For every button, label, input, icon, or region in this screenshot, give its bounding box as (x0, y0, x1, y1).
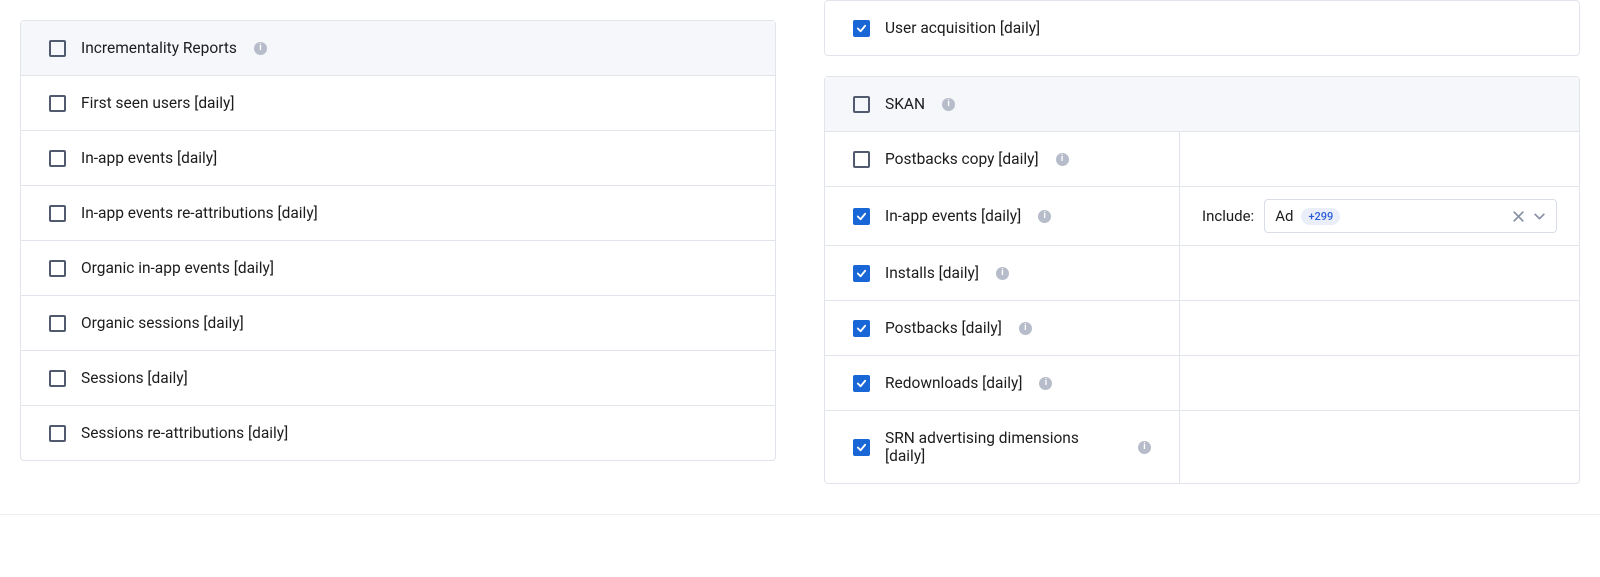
row-main: First seen users [daily] (21, 76, 775, 130)
row-checkbox[interactable] (49, 260, 66, 277)
row-main: Sessions re-attributions [daily] (21, 406, 775, 460)
list-item: Postbacks copy [daily] i (825, 132, 1579, 187)
info-icon[interactable]: i (254, 42, 267, 55)
row-main: Postbacks copy [daily] i (825, 132, 1180, 186)
list-item: First seen users [daily] (21, 76, 775, 131)
skan-rows: Postbacks copy [daily]iIn-app events [da… (825, 132, 1579, 483)
include-label: Include: (1202, 207, 1254, 225)
list-item: Installs [daily] i (825, 246, 1579, 301)
list-item: SRN advertising dimensions [daily] i (825, 411, 1579, 483)
row-label: Sessions [daily] (81, 369, 188, 387)
row-config: Include: Ad +299 (1180, 187, 1579, 245)
info-icon[interactable]: i (1019, 322, 1032, 335)
info-icon[interactable]: i (1039, 377, 1052, 390)
row-main: SRN advertising dimensions [daily] i (825, 411, 1180, 483)
row-label: In-app events [daily] (885, 207, 1021, 225)
list-item: Organic sessions [daily] (21, 296, 775, 351)
row-main: User acquisition [daily] (825, 1, 1579, 55)
list-item: Sessions re-attributions [daily] (21, 406, 775, 460)
row-checkbox[interactable] (49, 425, 66, 442)
divider (0, 514, 1600, 515)
list-item: Organic in-app events [daily] (21, 241, 775, 296)
group-header-skan: SKAN i (825, 77, 1579, 132)
row-checkbox[interactable] (49, 205, 66, 222)
row-checkbox[interactable] (49, 95, 66, 112)
row-label: Postbacks copy [daily] (885, 150, 1039, 168)
select-value: Ad (1275, 207, 1293, 225)
row-label: Installs [daily] (885, 264, 979, 282)
top-right-panel: User acquisition [daily] (824, 0, 1580, 56)
list-item: In-app events [daily] i Include: Ad +299 (825, 187, 1579, 246)
list-item: Postbacks [daily] i (825, 301, 1579, 356)
group-label-incrementality: Incrementality Reports (81, 39, 237, 57)
row-checkbox[interactable] (49, 370, 66, 387)
row-label: Organic in-app events [daily] (81, 259, 274, 277)
clear-icon[interactable] (1512, 210, 1525, 223)
row-main: Sessions [daily] (21, 351, 775, 405)
info-icon[interactable]: i (942, 98, 955, 111)
group-header-incrementality: Incrementality Reports i (21, 21, 775, 76)
row-config (1180, 356, 1579, 410)
row-label: In-app events re-attributions [daily] (81, 204, 318, 222)
row-main: Redownloads [daily] i (825, 356, 1180, 410)
row-main: Postbacks [daily] i (825, 301, 1180, 355)
group-label-skan: SKAN (885, 95, 925, 113)
row-label: Sessions re-attributions [daily] (81, 424, 288, 442)
row-checkbox[interactable] (49, 315, 66, 332)
row-main: Organic in-app events [daily] (21, 241, 775, 295)
row-label: Postbacks [daily] (885, 319, 1002, 337)
row-checkbox[interactable] (853, 20, 870, 37)
chevron-down-icon[interactable] (1533, 210, 1546, 223)
row-main: In-app events [daily] i (825, 187, 1180, 245)
row-checkbox[interactable] (49, 150, 66, 167)
include-select[interactable]: Ad +299 (1264, 199, 1557, 233)
list-item: User acquisition [daily] (825, 1, 1579, 55)
row-config (1180, 246, 1579, 300)
row-label: Organic sessions [daily] (81, 314, 244, 332)
list-item: In-app events re-attributions [daily] (21, 186, 775, 241)
row-main: Organic sessions [daily] (21, 296, 775, 350)
row-checkbox[interactable] (853, 439, 870, 456)
info-icon[interactable]: i (1038, 210, 1051, 223)
row-main: Installs [daily] i (825, 246, 1180, 300)
list-item: Redownloads [daily] i (825, 356, 1579, 411)
list-item: In-app events [daily] (21, 131, 775, 186)
incrementality-reports-panel: Incrementality Reports i First seen user… (20, 20, 776, 461)
incrementality-rows: First seen users [daily] In-app events [d… (21, 76, 775, 460)
group-checkbox-skan[interactable] (853, 96, 870, 113)
row-main: In-app events re-attributions [daily] (21, 186, 775, 240)
row-label: User acquisition [daily] (885, 19, 1040, 37)
top-right-rows: User acquisition [daily] (825, 1, 1579, 55)
count-pill: +299 (1301, 208, 1340, 225)
row-config (1180, 411, 1579, 483)
row-checkbox[interactable] (853, 208, 870, 225)
group-checkbox-incrementality[interactable] (49, 40, 66, 57)
info-icon[interactable]: i (1056, 153, 1069, 166)
row-config (1180, 132, 1579, 186)
row-checkbox[interactable] (853, 320, 870, 337)
row-label: Redownloads [daily] (885, 374, 1022, 392)
row-label: SRN advertising dimensions [daily] (885, 429, 1121, 465)
row-checkbox[interactable] (853, 151, 870, 168)
row-checkbox[interactable] (853, 375, 870, 392)
skan-panel: SKAN i Postbacks copy [daily]iIn-app eve… (824, 76, 1580, 484)
list-item: Sessions [daily] (21, 351, 775, 406)
row-checkbox[interactable] (853, 265, 870, 282)
row-label: First seen users [daily] (81, 94, 234, 112)
row-label: In-app events [daily] (81, 149, 217, 167)
row-main: In-app events [daily] (21, 131, 775, 185)
info-icon[interactable]: i (1138, 441, 1151, 454)
row-config (1180, 301, 1579, 355)
info-icon[interactable]: i (996, 267, 1009, 280)
